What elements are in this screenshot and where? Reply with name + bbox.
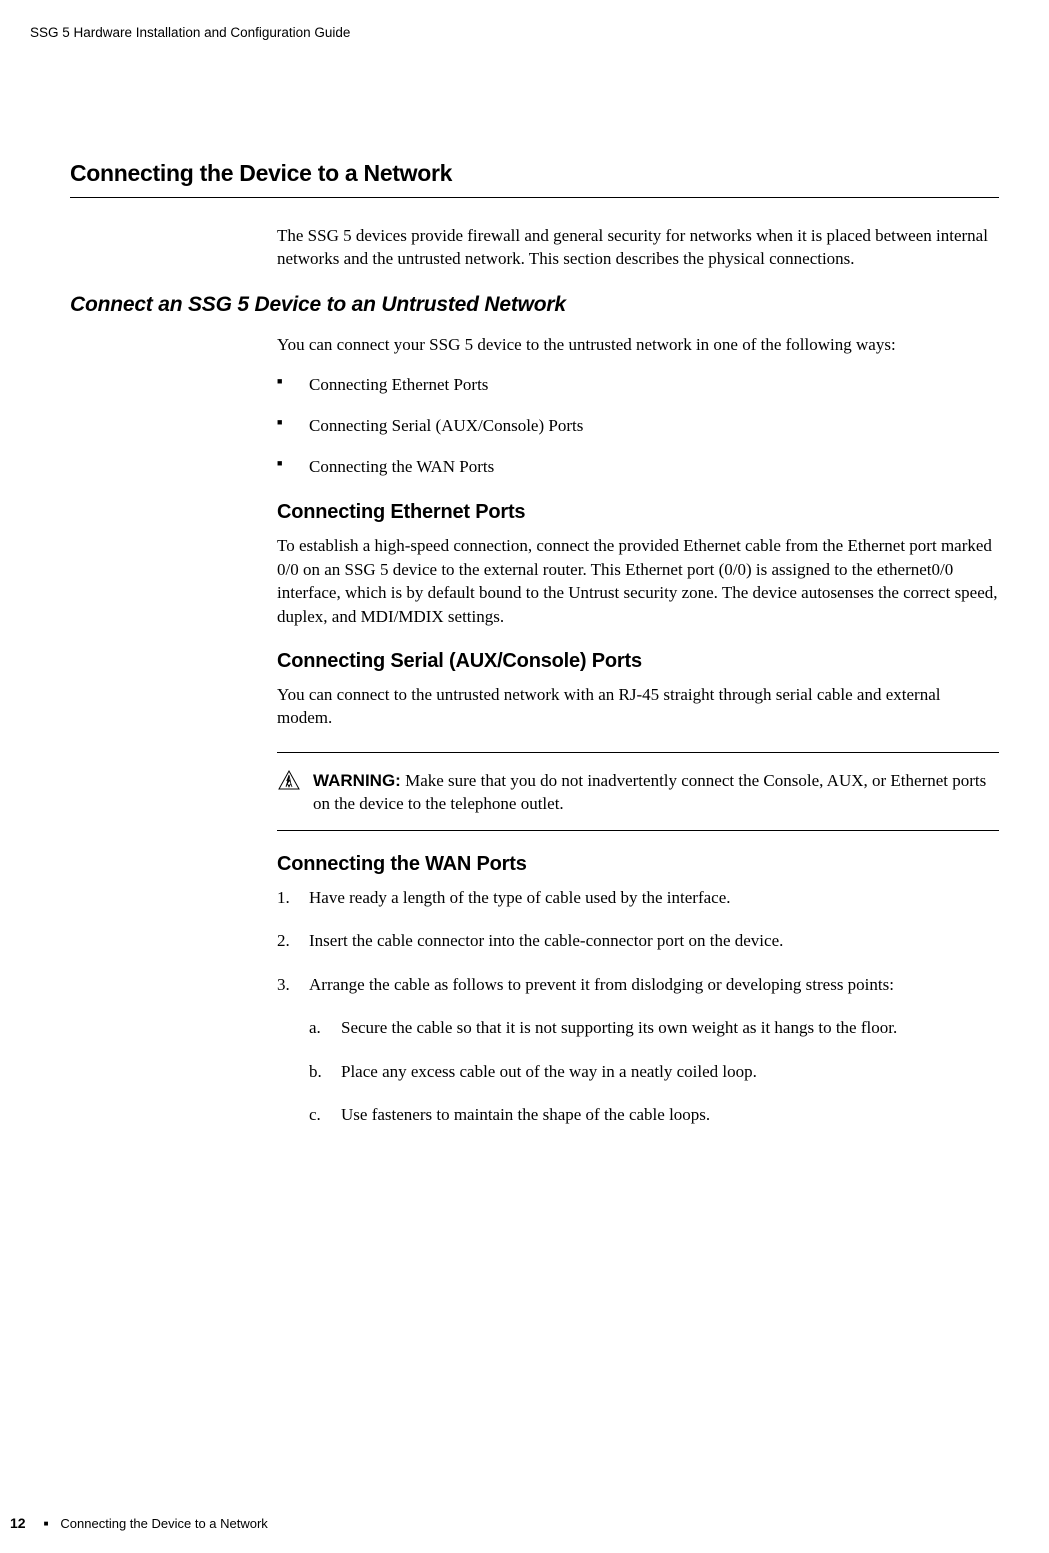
step-text: Arrange the cable as follows to prevent …: [309, 975, 894, 994]
warning-label: WARNING:: [313, 771, 401, 790]
list-item: Use fasteners to maintain the shape of t…: [309, 1103, 999, 1126]
section-heading: Connecting the Device to a Network: [70, 160, 999, 187]
page-footer: 12 ■ Connecting the Device to a Network: [10, 1515, 268, 1531]
serial-body: You can connect to the untrusted network…: [277, 683, 999, 730]
wan-substeps: Secure the cable so that it is not suppo…: [309, 1016, 999, 1126]
footer-section-ref: Connecting the Device to a Network: [60, 1516, 267, 1531]
list-item: Have ready a length of the type of cable…: [277, 886, 999, 909]
list-item: Connecting Ethernet Ports: [277, 374, 999, 397]
wan-steps: Have ready a length of the type of cable…: [277, 886, 999, 1127]
intro-paragraph: The SSG 5 devices provide firewall and g…: [277, 224, 999, 271]
warning-icon: [277, 769, 313, 798]
running-header: SSG 5 Hardware Installation and Configur…: [30, 25, 350, 40]
footer-bullet-icon: ■: [44, 1519, 49, 1528]
page-number: 12: [10, 1515, 26, 1531]
connection-methods-list: Connecting Ethernet Ports Connecting Ser…: [277, 374, 999, 479]
ethernet-body: To establish a high-speed connection, co…: [277, 534, 999, 628]
ethernet-heading: Connecting Ethernet Ports: [277, 501, 999, 524]
warning-block: WARNING: Make sure that you do not inadv…: [277, 752, 999, 831]
subsection-intro: You can connect your SSG 5 device to the…: [277, 333, 999, 356]
warning-body: Make sure that you do not inadvertently …: [313, 771, 986, 813]
list-item: Arrange the cable as follows to prevent …: [277, 973, 999, 1127]
divider: [277, 830, 999, 831]
warning-text: WARNING: Make sure that you do not inadv…: [313, 769, 999, 816]
list-item: Place any excess cable out of the way in…: [309, 1060, 999, 1083]
subsection-heading: Connect an SSG 5 Device to an Untrusted …: [70, 293, 999, 317]
list-item: Insert the cable connector into the cabl…: [277, 929, 999, 952]
serial-heading: Connecting Serial (AUX/Console) Ports: [277, 650, 999, 673]
list-item: Connecting the WAN Ports: [277, 456, 999, 479]
list-item: Secure the cable so that it is not suppo…: [309, 1016, 999, 1039]
heading-rule: [70, 197, 999, 198]
wan-heading: Connecting the WAN Ports: [277, 853, 999, 876]
list-item: Connecting Serial (AUX/Console) Ports: [277, 415, 999, 438]
page-content: Connecting the Device to a Network The S…: [70, 160, 999, 1147]
